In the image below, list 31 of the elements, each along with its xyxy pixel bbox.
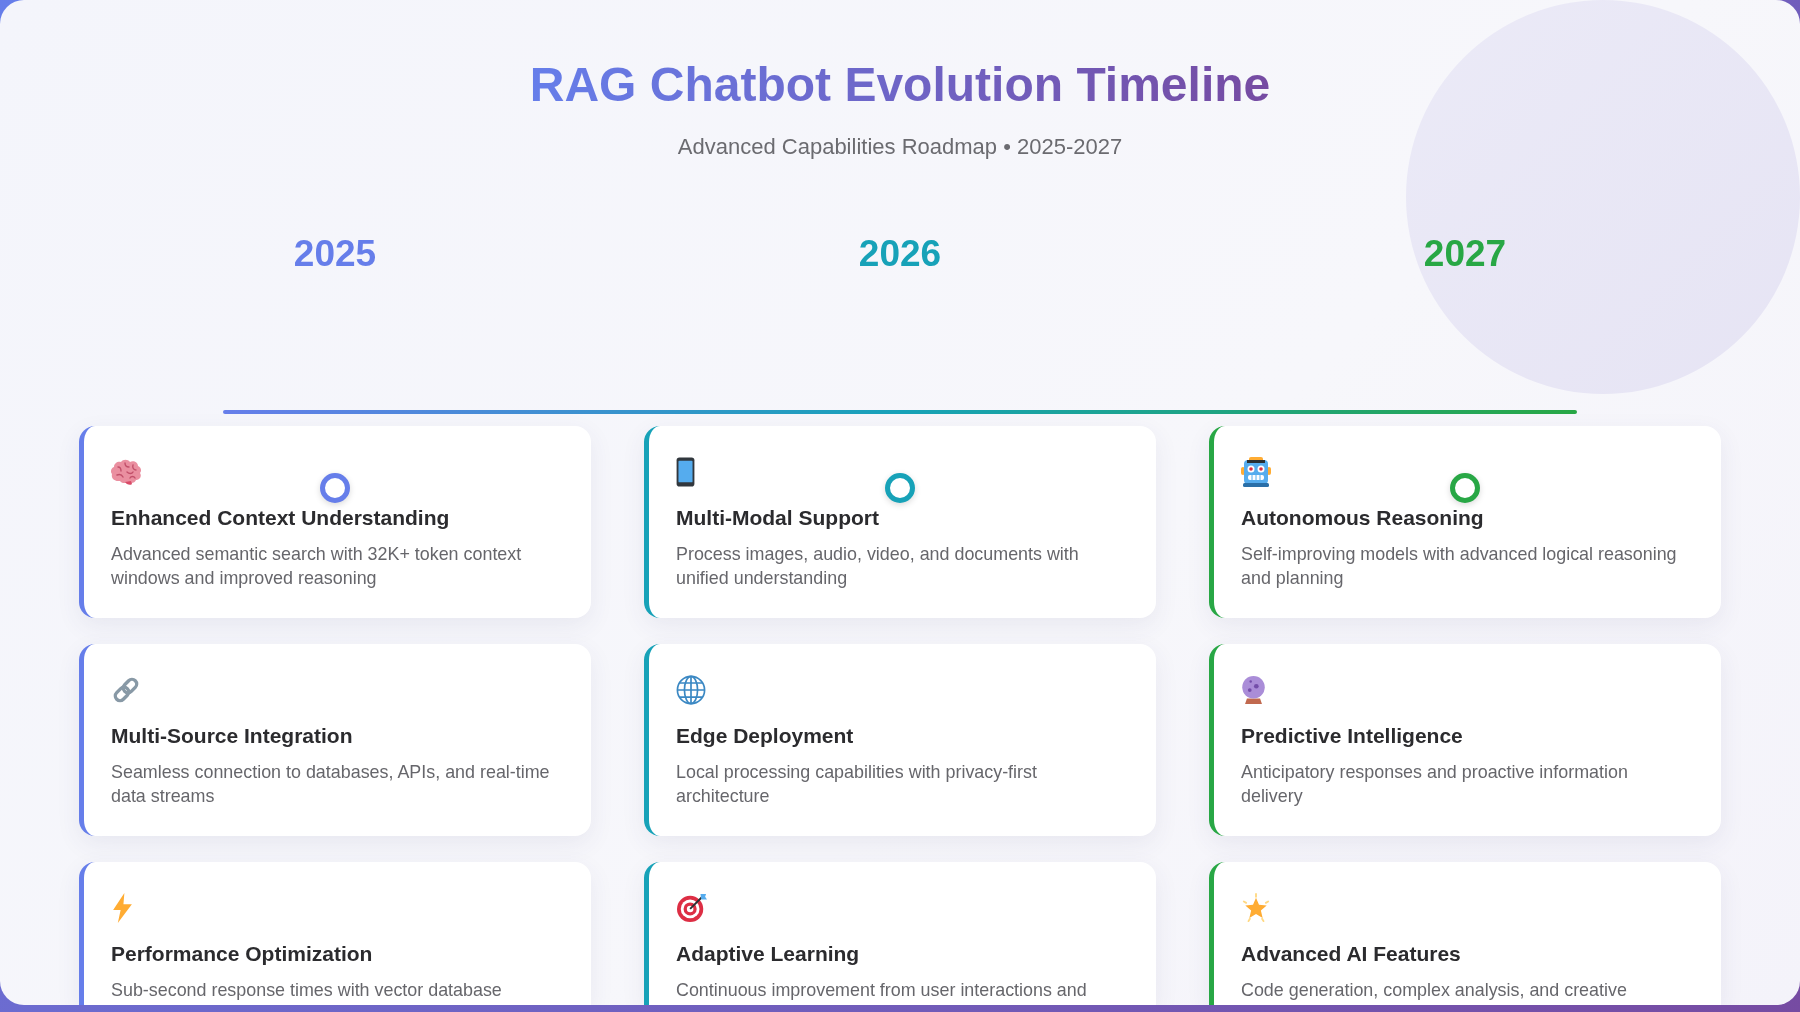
card-title: Adaptive Learning xyxy=(676,941,861,967)
card-title: Enhanced Context Understanding xyxy=(111,505,451,531)
card-title: Advanced AI Features xyxy=(1241,941,1462,967)
brain-icon xyxy=(111,458,143,486)
star-icon xyxy=(1241,893,1271,923)
chain-link-icon xyxy=(111,675,141,705)
card-description: Self-improving models with advanced logical reasoning and planning xyxy=(1241,543,1678,590)
year-label: 2026 xyxy=(858,232,942,276)
card-title: Autonomous Reasoning xyxy=(1241,505,1485,531)
target-icon xyxy=(676,893,708,923)
lightning-icon xyxy=(111,893,134,923)
card-description: Anticipatory responses and proactive information delivery xyxy=(1241,761,1629,808)
card-title: Edge Deployment xyxy=(676,723,855,749)
card-description: Local processing capabilities with privacy-first architecture xyxy=(676,761,1038,808)
page-subtitle: Advanced Capabilities Roadmap • 2025-2027 xyxy=(677,133,1123,161)
card-description: Sub-second response times with vector database xyxy=(111,979,503,1002)
crystal-ball-icon xyxy=(1241,675,1266,705)
card-title: Performance Optimization xyxy=(111,941,374,967)
globe-icon xyxy=(676,675,706,705)
card-title: Predictive Intelligence xyxy=(1241,723,1464,749)
card-description: Advanced semantic search with 32K+ token context windows and improved reasoning xyxy=(111,543,523,590)
phone-icon xyxy=(676,457,695,487)
year-label: 2025 xyxy=(293,232,377,276)
card-title: Multi-Source Integration xyxy=(111,723,354,749)
card-description: Code generation, complex analysis, and creative xyxy=(1241,979,1628,1002)
year-label: 2027 xyxy=(1423,232,1507,276)
card-description: Process images, audio, video, and documents with unified understanding xyxy=(676,543,1080,590)
card-description: Seamless connection to databases, APIs, and real-time data streams xyxy=(111,761,551,808)
card-description: Continuous improvement from user interactions and xyxy=(676,979,1088,1002)
card-title: Multi-Modal Support xyxy=(676,505,880,531)
robot-icon xyxy=(1241,457,1271,487)
